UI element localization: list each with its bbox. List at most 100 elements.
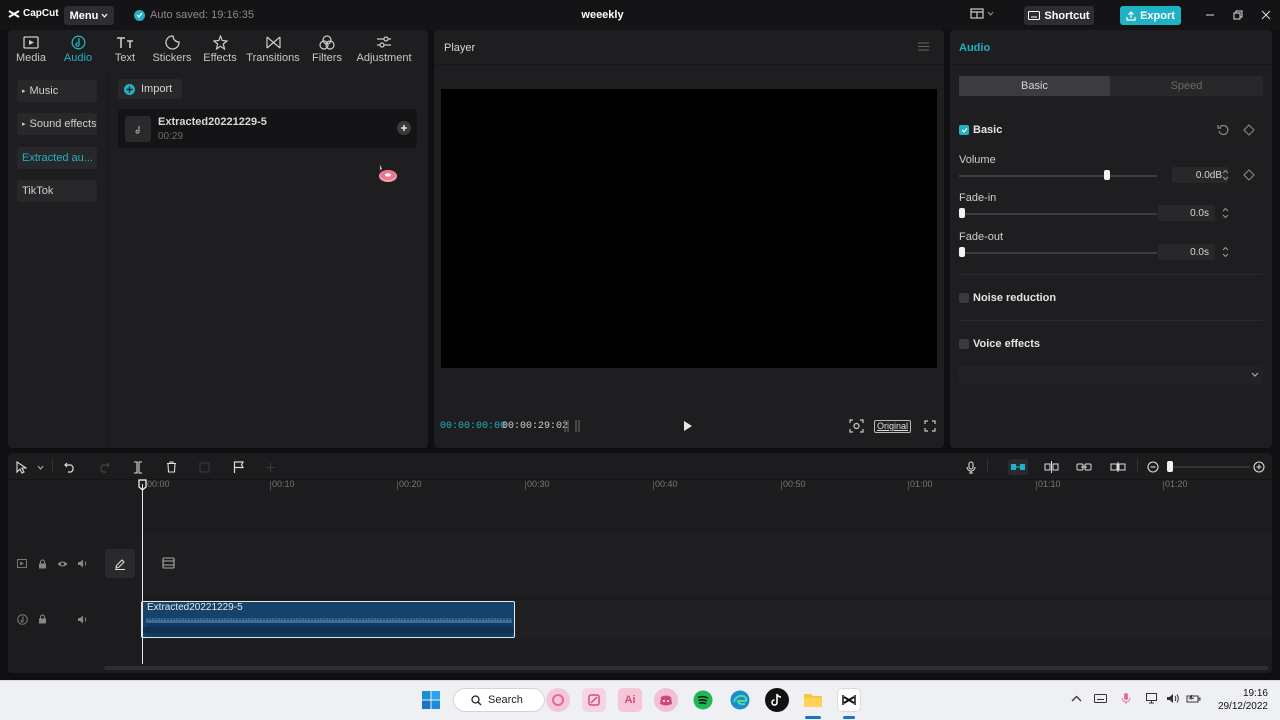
tab-text[interactable]: Text — [102, 30, 148, 68]
edit-cover-button[interactable] — [105, 549, 135, 578]
magnet-snap-icon[interactable] — [1008, 459, 1028, 475]
pinned-app-icon[interactable] — [582, 688, 606, 712]
effects-icon — [212, 34, 228, 50]
shortcut-button[interactable]: Shortcut — [1024, 6, 1094, 25]
fadeout-input[interactable]: 0.0s — [1158, 244, 1215, 260]
zoom-in-icon[interactable] — [1251, 459, 1267, 475]
timeline-scrollbar[interactable] — [104, 666, 1268, 670]
split-icon[interactable] — [130, 459, 146, 475]
chevron-down-icon[interactable] — [1251, 372, 1259, 377]
pinned-app-icon[interactable] — [546, 688, 570, 712]
flag-icon[interactable] — [230, 459, 246, 475]
category-extracted-audio[interactable]: Extracted au... — [17, 147, 97, 169]
fadein-slider[interactable] — [962, 213, 1157, 215]
system-clock[interactable]: 19:16 29/12/2022 — [1212, 687, 1268, 713]
reset-icon[interactable] — [1217, 124, 1229, 136]
keyframe-icon[interactable] — [1243, 124, 1255, 136]
add-to-timeline-button[interactable] — [397, 121, 411, 135]
hamburger-menu-icon[interactable] — [918, 42, 929, 51]
battery-icon[interactable] — [1186, 693, 1201, 704]
volume-tray-icon[interactable] — [1166, 693, 1180, 704]
chevron-down-icon[interactable] — [32, 459, 48, 475]
speaker-icon[interactable] — [77, 559, 88, 568]
tab-basic[interactable]: Basic — [959, 76, 1110, 96]
aspect-ratio-button[interactable]: Original — [874, 420, 912, 433]
capcut-taskbar-icon[interactable] — [837, 688, 861, 712]
close-icon[interactable] — [1259, 8, 1273, 22]
microphone-tray-icon[interactable] — [1121, 692, 1131, 705]
library-audio-item[interactable] — [118, 109, 417, 148]
tab-filters[interactable]: Filters — [302, 30, 352, 68]
noise-reduction-checkbox[interactable] — [959, 293, 969, 303]
volume-slider[interactable] — [959, 175, 1157, 177]
tab-audio[interactable]: Audio — [54, 30, 102, 68]
speaker-icon[interactable] — [77, 615, 88, 624]
category-sound-effects[interactable]: ▸ Sound effects — [17, 113, 97, 135]
project-title[interactable]: weeekly — [560, 9, 645, 21]
export-button[interactable]: Export — [1120, 6, 1181, 25]
tab-transitions[interactable]: Transitions — [244, 30, 302, 68]
fadein-input[interactable]: 0.0s — [1158, 205, 1215, 221]
fadein-slider-handle[interactable] — [959, 208, 965, 218]
screenshot-icon[interactable] — [849, 419, 864, 433]
zoom-slider[interactable] — [1170, 466, 1250, 468]
divider — [1137, 459, 1138, 473]
play-icon[interactable] — [683, 420, 693, 432]
basic-section-label: Basic — [973, 124, 1003, 136]
fadeout-stepper[interactable] — [1220, 244, 1230, 260]
tab-media[interactable]: Media — [8, 30, 54, 68]
playhead[interactable] — [142, 484, 143, 664]
file-explorer-icon[interactable] — [801, 688, 825, 712]
lock-icon[interactable] — [38, 559, 47, 569]
illustrator-icon[interactable]: Ai — [618, 688, 642, 712]
volume-keyframe-icon[interactable] — [1243, 169, 1255, 181]
fadein-stepper[interactable] — [1220, 205, 1230, 221]
taskbar-search[interactable]: Search — [453, 688, 545, 712]
layout-button[interactable] — [970, 8, 994, 19]
video-preview[interactable] — [441, 89, 937, 368]
fullscreen-icon[interactable] — [924, 420, 936, 432]
voice-effects-dropdown[interactable] — [959, 366, 1263, 384]
select-tool-icon[interactable] — [13, 459, 29, 475]
fadeout-slider-handle[interactable] — [959, 247, 965, 257]
eye-icon[interactable] — [57, 560, 68, 568]
windows-start-icon[interactable] — [419, 688, 443, 712]
ruler-label: 00:30 — [527, 479, 550, 489]
basic-checkbox[interactable] — [959, 125, 969, 135]
spotify-icon[interactable] — [691, 688, 715, 712]
volume-stepper[interactable] — [1220, 167, 1230, 183]
restore-icon[interactable] — [1231, 8, 1245, 22]
zoom-out-icon[interactable] — [1145, 459, 1161, 475]
chevron-up-icon[interactable] — [1071, 695, 1082, 702]
edge-icon[interactable] — [728, 688, 752, 712]
link-icon[interactable] — [1076, 459, 1092, 475]
microphone-icon[interactable] — [963, 459, 979, 475]
lock-icon[interactable] — [38, 614, 47, 624]
discord-icon[interactable] — [654, 688, 678, 712]
tab-stickers[interactable]: Stickers — [148, 30, 196, 68]
tab-speed[interactable]: Speed — [1110, 76, 1263, 96]
volume-slider-handle[interactable] — [1103, 170, 1110, 180]
tab-adjustment[interactable]: Adjustment — [352, 30, 416, 68]
tab-audio-label: Audio — [63, 52, 93, 64]
category-music[interactable]: ▸ Music — [17, 80, 97, 102]
tab-effects[interactable]: Effects — [196, 30, 244, 68]
cover-icon[interactable] — [17, 559, 27, 568]
network-icon[interactable] — [1146, 693, 1159, 704]
import-button[interactable]: Import — [118, 79, 182, 99]
undo-icon[interactable] — [62, 459, 78, 475]
split-view-icon[interactable] — [1110, 459, 1126, 475]
ruler-label: 00:40 — [655, 479, 678, 489]
preview-axis-icon[interactable] — [1043, 459, 1059, 475]
main-video-track[interactable] — [140, 532, 1272, 597]
menu-button[interactable]: Menu — [64, 6, 114, 25]
fadeout-slider[interactable] — [962, 252, 1157, 254]
minimize-icon[interactable] — [1203, 8, 1217, 22]
category-tiktok[interactable]: TikTok — [17, 180, 97, 202]
keyboard-tray-icon[interactable] — [1094, 694, 1107, 703]
tiktok-icon[interactable] — [765, 688, 789, 712]
zoom-slider-handle[interactable] — [1167, 461, 1173, 472]
delete-icon[interactable] — [163, 459, 179, 475]
voice-effects-checkbox[interactable] — [959, 339, 969, 349]
playhead-handle-icon[interactable] — [138, 479, 147, 491]
